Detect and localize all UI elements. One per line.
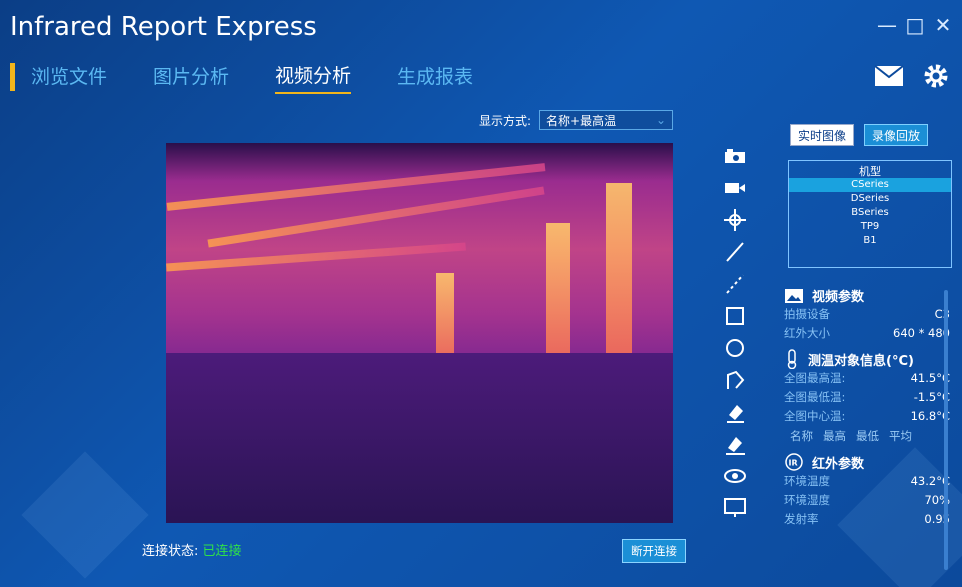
- thermal-floor: [166, 353, 673, 523]
- model-list: 机型 CSeries DSeries BSeries TP9 B1: [788, 160, 952, 268]
- list-item[interactable]: CSeries: [789, 178, 951, 192]
- video-params-title: 视频参数: [784, 286, 956, 305]
- param-row: 全图中心温: 16.8°C: [784, 407, 956, 426]
- background-decoration: [21, 451, 149, 579]
- section-title-text: 红外参数: [812, 456, 865, 472]
- temp-columns: 名称 最高 最低 平均: [784, 426, 956, 446]
- main-nav: 浏览文件 图片分析 视频分析 生成报表: [10, 60, 519, 94]
- polygon-icon[interactable]: [720, 366, 750, 393]
- list-item[interactable]: BSeries: [789, 206, 951, 220]
- image-icon: [785, 288, 803, 303]
- param-row: 红外大小 640 * 480: [784, 324, 956, 343]
- chevron-down-icon: ⌄: [655, 113, 667, 127]
- line-icon[interactable]: [720, 238, 750, 265]
- param-key: 全图中心温:: [784, 409, 846, 423]
- column-header: 名称: [790, 429, 813, 443]
- ir-icon: IR: [785, 453, 803, 471]
- thermal-video-view[interactable]: [166, 143, 673, 523]
- column-header: 平均: [889, 429, 912, 443]
- ir-params-title: IR 红外参数: [784, 452, 956, 472]
- param-key: 全图最高温:: [784, 371, 846, 385]
- mail-icon[interactable]: [874, 65, 904, 91]
- nav-accent-bar: [10, 63, 15, 91]
- close-icon[interactable]: ✕: [932, 13, 954, 37]
- circle-icon[interactable]: [720, 334, 750, 361]
- thermal-feature: [166, 163, 546, 211]
- thermal-feature: [606, 183, 632, 363]
- tab-video-analysis[interactable]: 视频分析: [275, 61, 352, 94]
- param-key: 红外大小: [784, 326, 830, 340]
- connection-status: 连接状态: 已连接: [142, 540, 242, 559]
- param-row: 发射率 0.95: [784, 510, 956, 529]
- point-target-icon[interactable]: [720, 206, 750, 233]
- param-value: 640 * 480: [893, 326, 950, 340]
- thermometer-icon: [787, 349, 797, 369]
- monitor-icon[interactable]: [720, 494, 750, 521]
- eraser-icon[interactable]: [720, 398, 750, 425]
- display-mode-label: 显示方式:: [479, 113, 532, 128]
- status-label: 连接状态:: [142, 544, 199, 559]
- param-row: 环境温度 43.2°C: [784, 472, 956, 491]
- eye-icon[interactable]: [720, 462, 750, 489]
- status-value: 已连接: [202, 544, 242, 559]
- app-title: Infrared Report Express: [10, 12, 317, 42]
- maximize-icon[interactable]: □: [904, 13, 926, 37]
- thermal-feature: [546, 223, 570, 363]
- column-header: 最低: [856, 429, 879, 443]
- disconnect-button[interactable]: 断开连接: [622, 539, 686, 563]
- model-list-header: 机型: [859, 165, 881, 178]
- gear-icon[interactable]: [922, 62, 950, 94]
- mode-buttons: 实时图像 录像回放: [790, 124, 956, 146]
- right-panel: 实时图像 录像回放 机型 CSeries DSeries BSeries TP9…: [784, 124, 956, 529]
- display-mode-control: 显示方式: 名称+最高温 ⌄: [479, 110, 674, 130]
- dashed-line-icon[interactable]: [720, 270, 750, 297]
- param-row: 拍摄设备 C3: [784, 305, 956, 324]
- playback-button[interactable]: 录像回放: [864, 124, 929, 146]
- param-key: 全图最低温:: [784, 390, 846, 404]
- tab-browse-files[interactable]: 浏览文件: [31, 62, 107, 93]
- live-image-button[interactable]: 实时图像: [790, 124, 855, 146]
- list-item[interactable]: TP9: [789, 220, 951, 234]
- column-header: 最高: [823, 429, 846, 443]
- camera-icon[interactable]: [720, 142, 750, 169]
- clear-all-icon[interactable]: [720, 430, 750, 457]
- window-controls: — □ ✕: [876, 13, 954, 37]
- minimize-icon[interactable]: —: [876, 13, 898, 37]
- thermal-feature: [436, 273, 454, 363]
- svg-text:IR: IR: [789, 459, 798, 468]
- param-key: 环境湿度: [784, 493, 830, 507]
- display-mode-value: 名称+最高温: [546, 113, 617, 128]
- temp-info-title: 测温对象信息(°C): [784, 349, 956, 369]
- list-item[interactable]: DSeries: [789, 192, 951, 206]
- param-row: 环境湿度 70%: [784, 491, 956, 510]
- param-key: 环境温度: [784, 474, 830, 488]
- tab-generate-report[interactable]: 生成报表: [397, 62, 473, 93]
- video-camera-icon[interactable]: [720, 174, 750, 201]
- section-title-text: 测温对象信息(°C): [808, 353, 914, 369]
- panel-scrollbar[interactable]: [944, 290, 948, 570]
- rectangle-icon[interactable]: [720, 302, 750, 329]
- analysis-toolbar: [720, 142, 750, 521]
- param-row: 全图最高温: 41.5°C: [784, 369, 956, 388]
- param-key: 发射率: [784, 512, 819, 526]
- section-title-text: 视频参数: [812, 290, 865, 305]
- top-icons: [874, 62, 950, 94]
- list-item[interactable]: B1: [789, 234, 951, 248]
- param-row: 全图最低温: -1.5°C: [784, 388, 956, 407]
- param-key: 拍摄设备: [784, 307, 830, 321]
- tab-image-analysis[interactable]: 图片分析: [153, 62, 229, 93]
- display-mode-select[interactable]: 名称+最高温 ⌄: [539, 110, 674, 130]
